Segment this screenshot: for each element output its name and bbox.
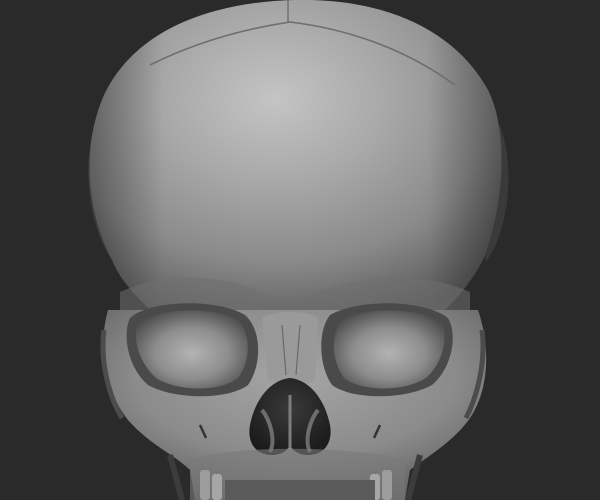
skull-render bbox=[0, 0, 600, 500]
nasal-bridge bbox=[262, 312, 318, 386]
cranium-side-shading bbox=[89, 0, 502, 310]
render-viewport bbox=[0, 0, 600, 500]
